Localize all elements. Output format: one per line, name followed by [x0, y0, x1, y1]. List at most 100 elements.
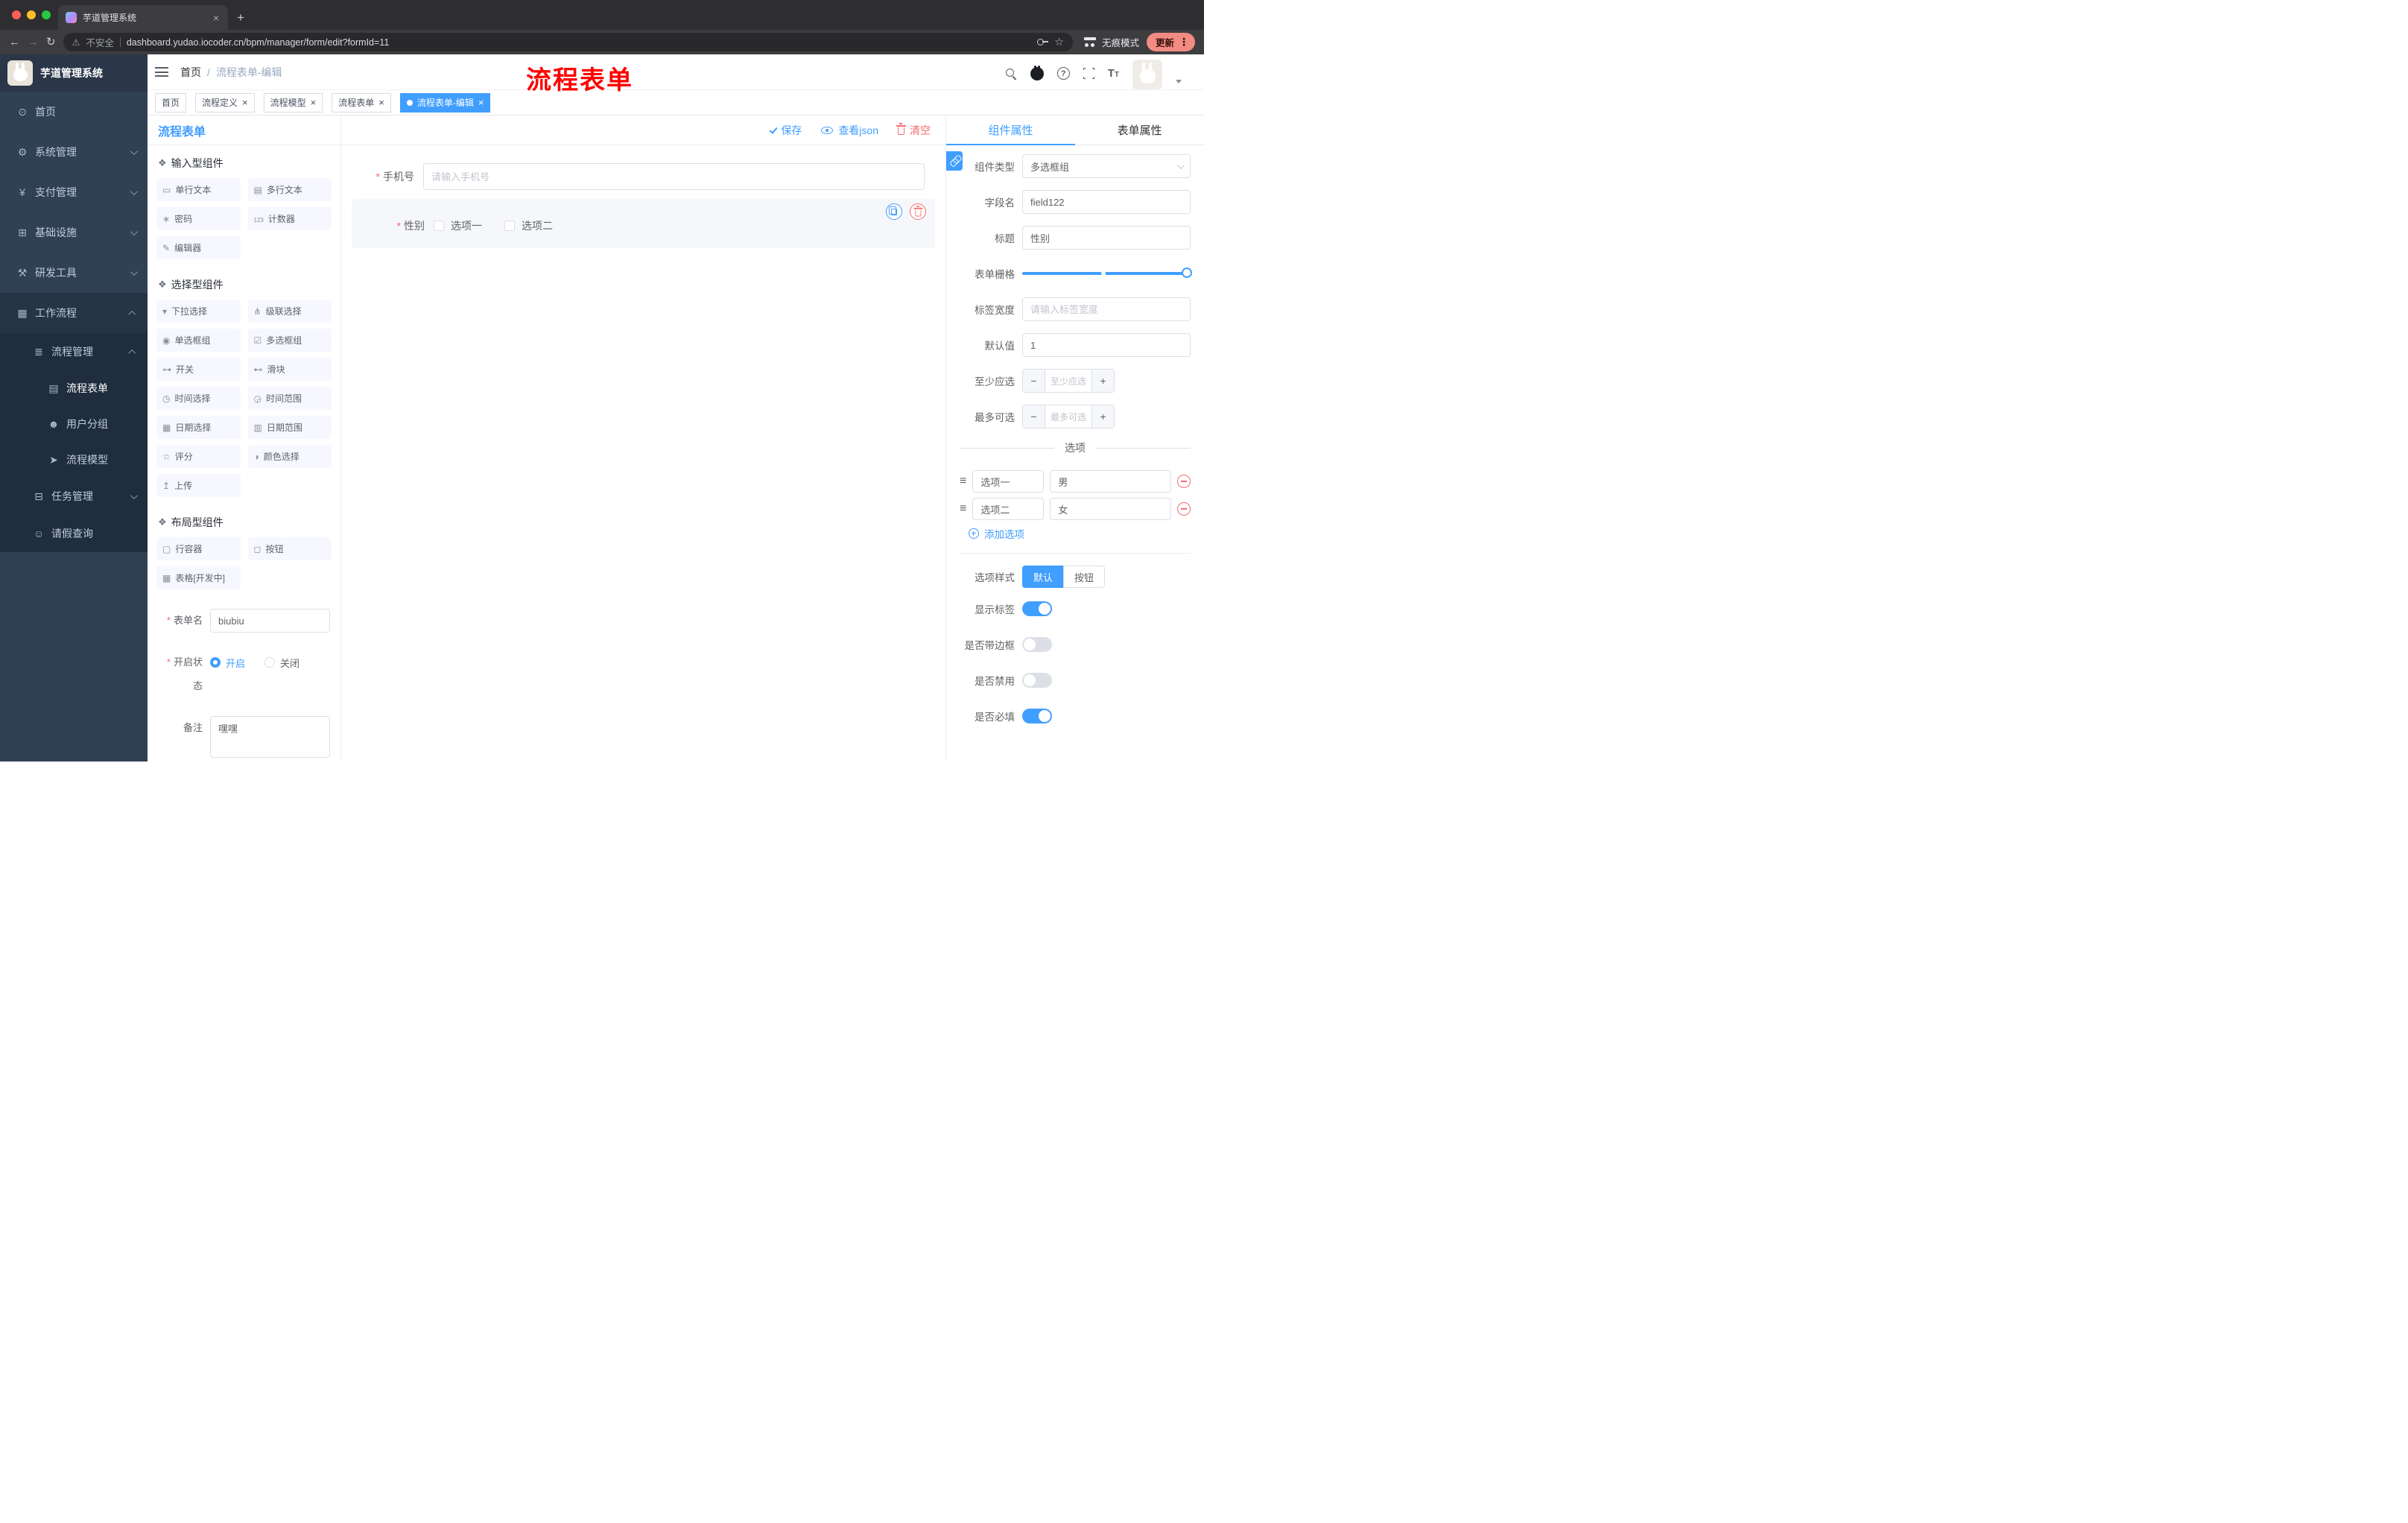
option-1-value-input[interactable]: [1050, 470, 1171, 493]
label-width-input[interactable]: [1022, 297, 1191, 321]
decrease-button[interactable]: [1023, 370, 1045, 392]
show-label-toggle[interactable]: [1022, 601, 1052, 616]
minimize-window-button[interactable]: [27, 10, 36, 19]
phone-input[interactable]: [423, 163, 925, 190]
sidebar-item-system-management[interactable]: 系统管理: [0, 132, 148, 172]
remove-option-button[interactable]: [1177, 475, 1191, 488]
avatar-caret-icon[interactable]: [1176, 79, 1182, 83]
update-browser-button[interactable]: 更新: [1146, 33, 1195, 51]
gender-option-2-checkbox[interactable]: 选项二: [504, 218, 553, 233]
close-window-button[interactable]: [12, 10, 21, 19]
palette-item-button[interactable]: 按钮: [247, 537, 332, 560]
link-tag[interactable]: [946, 151, 963, 171]
close-icon[interactable]: [311, 98, 317, 107]
title-input[interactable]: [1022, 226, 1191, 250]
copy-component-button[interactable]: [886, 203, 902, 220]
view-json-button[interactable]: 查看json: [821, 123, 878, 138]
palette-item-rate[interactable]: 评分: [156, 445, 241, 468]
tag-process-form[interactable]: 流程表单: [332, 92, 391, 113]
clear-button[interactable]: 清空: [896, 123, 931, 138]
palette-item-color-picker[interactable]: 颜色选择: [247, 445, 332, 468]
tab-form-props[interactable]: 表单属性: [1075, 115, 1204, 145]
bookmark-star-icon[interactable]: [1054, 36, 1064, 48]
palette-item-date-picker[interactable]: 日期选择: [156, 416, 241, 439]
sidebar-item-process-model[interactable]: 流程模型: [0, 442, 148, 478]
sidebar-item-task-management[interactable]: 任务管理: [0, 478, 148, 515]
palette-item-time-picker[interactable]: 时间选择: [156, 387, 241, 410]
palette-item-single-line-text[interactable]: 单行文本: [156, 178, 241, 201]
forward-button[interactable]: [28, 37, 39, 48]
close-icon[interactable]: [242, 98, 248, 107]
increase-button[interactable]: [1091, 405, 1114, 428]
tag-process-model[interactable]: 流程模型: [263, 92, 323, 113]
sidebar-item-process-form[interactable]: 流程表单: [0, 370, 148, 406]
gender-option-1-checkbox[interactable]: 选项一: [434, 218, 482, 233]
back-button[interactable]: [9, 37, 20, 48]
tag-home[interactable]: 首页: [155, 92, 187, 113]
min-select-placeholder[interactable]: 至少应选: [1045, 375, 1091, 387]
close-icon[interactable]: [378, 98, 384, 107]
tab-component-props[interactable]: 组件属性: [946, 115, 1075, 145]
field-name-input[interactable]: [1022, 190, 1191, 214]
option-1-label-input[interactable]: [972, 470, 1045, 493]
font-size-icon[interactable]: [1108, 68, 1119, 80]
sidebar-item-payment-management[interactable]: 支付管理: [0, 172, 148, 212]
search-icon[interactable]: [1005, 68, 1017, 80]
delete-component-button[interactable]: [910, 203, 926, 220]
palette-item-counter[interactable]: 计数器: [247, 207, 332, 230]
password-manager-icon[interactable]: [1037, 39, 1049, 45]
remove-option-button[interactable]: [1177, 502, 1191, 516]
grid-slider[interactable]: [1022, 262, 1192, 285]
palette-item-checkbox-group[interactable]: 多选框组: [247, 329, 332, 352]
palette-item-select[interactable]: 下拉选择: [156, 300, 241, 323]
reload-button[interactable]: [46, 37, 56, 48]
drag-handle-icon[interactable]: [960, 475, 966, 487]
option-2-label-input[interactable]: [972, 498, 1045, 520]
required-toggle[interactable]: [1022, 709, 1052, 723]
save-button[interactable]: 保存: [769, 123, 802, 138]
default-value-input[interactable]: [1022, 333, 1191, 357]
palette-item-editor[interactable]: 编辑器: [156, 236, 241, 259]
tab-close-icon[interactable]: [212, 12, 221, 24]
security-label[interactable]: 不安全: [86, 35, 114, 49]
fullscreen-icon[interactable]: [1082, 67, 1095, 80]
palette-item-radio-group[interactable]: 单选框组: [156, 329, 241, 352]
phone-field-row[interactable]: 手机号: [352, 163, 935, 190]
user-avatar[interactable]: [1132, 59, 1162, 89]
sidebar-item-process-management[interactable]: 流程管理: [0, 333, 148, 370]
github-icon[interactable]: [1030, 65, 1044, 80]
option-2-value-input[interactable]: [1050, 498, 1171, 520]
drag-handle-icon[interactable]: [960, 503, 966, 515]
form-name-input[interactable]: [210, 609, 330, 633]
slider-handle[interactable]: [1182, 267, 1192, 278]
close-icon[interactable]: [478, 98, 484, 107]
disabled-toggle[interactable]: [1022, 673, 1052, 688]
sidebar-item-infrastructure[interactable]: 基础设施: [0, 212, 148, 253]
status-off-radio[interactable]: 关闭: [264, 656, 300, 670]
decrease-button[interactable]: [1023, 405, 1045, 428]
gender-field-row-selected[interactable]: 性别 选项一 选项二: [352, 199, 935, 248]
palette-item-multi-line-text[interactable]: 多行文本: [247, 178, 332, 201]
status-on-radio[interactable]: 开启: [210, 656, 245, 670]
breadcrumb-home[interactable]: 首页: [180, 65, 201, 80]
zoom-window-button[interactable]: [42, 10, 51, 19]
increase-button[interactable]: [1091, 370, 1114, 392]
sidebar-item-user-group[interactable]: 用户分组: [0, 406, 148, 442]
palette-item-cascader[interactable]: 级联选择: [247, 300, 332, 323]
url-text[interactable]: dashboard.yudao.iocoder.cn/bpm/manager/f…: [127, 37, 389, 48]
palette-item-row-container[interactable]: 行容器: [156, 537, 241, 560]
palette-item-switch[interactable]: 开关: [156, 358, 241, 381]
form-remark-textarea[interactable]: 嘿嘿: [210, 716, 330, 758]
component-type-select[interactable]: 多选框组: [1022, 154, 1191, 178]
address-bar[interactable]: 不安全 dashboard.yudao.iocoder.cn/bpm/manag…: [63, 33, 1073, 51]
sidebar-item-home[interactable]: 首页: [0, 92, 148, 132]
slider-track[interactable]: [1022, 267, 1192, 278]
palette-item-date-range[interactable]: 日期范围: [247, 416, 332, 439]
tag-process-form-edit[interactable]: 流程表单-编辑: [399, 92, 491, 113]
palette-item-slider[interactable]: 滑块: [247, 358, 332, 381]
palette-item-table[interactable]: 表格[开发中]: [156, 566, 241, 589]
sidebar-item-workflow[interactable]: 工作流程: [0, 293, 148, 333]
style-button-button[interactable]: 按钮: [1063, 566, 1106, 588]
border-toggle[interactable]: [1022, 637, 1052, 652]
sidebar-item-dev-tools[interactable]: 研发工具: [0, 253, 148, 293]
